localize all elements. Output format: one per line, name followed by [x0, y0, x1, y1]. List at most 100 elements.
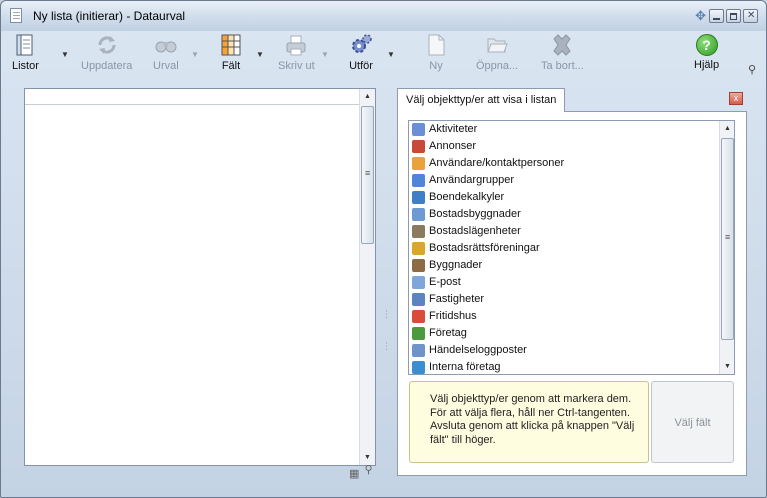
- window-title: Ny lista (initierar) - Dataurval: [33, 9, 186, 23]
- object-type-icon: [412, 140, 425, 153]
- gears-icon: [349, 33, 373, 57]
- object-list-scrollbar[interactable]: ▲ ▼: [719, 121, 734, 374]
- pin-icon[interactable]: ⚲: [748, 63, 756, 76]
- scroll-thumb[interactable]: [721, 138, 734, 340]
- minimize-button[interactable]: [709, 9, 724, 23]
- object-type-icon: [412, 123, 425, 136]
- object-type-icon: [412, 310, 425, 323]
- list-icon: [13, 33, 37, 57]
- toolbar-button-oppna[interactable]: Öppna...: [476, 33, 518, 72]
- list-item-label: Byggnader: [429, 259, 483, 271]
- printer-icon: [284, 33, 308, 57]
- help-icon: ?: [695, 34, 718, 56]
- scroll-up-arrow-icon[interactable]: ▲: [720, 121, 734, 136]
- list-item[interactable]: Bostadslägenheter: [409, 223, 734, 240]
- object-type-icon: [412, 191, 425, 204]
- list-header: [25, 89, 360, 105]
- object-type-icon: [412, 344, 425, 357]
- refresh-icon: [95, 33, 119, 57]
- object-type-list[interactable]: Aktiviteter Annonser Användare/kontaktpers…: [408, 120, 735, 375]
- application-window: Ny lista (initierar) - Dataurval ✥ Listo…: [0, 0, 767, 498]
- delete-icon: [550, 33, 574, 57]
- list-item[interactable]: Annonser: [409, 138, 734, 155]
- list-item-label: Boendekalkyler: [429, 191, 505, 203]
- list-item[interactable]: Fritidshus: [409, 308, 734, 325]
- pin-icon[interactable]: ⚲: [364, 464, 372, 476]
- list-item[interactable]: Fastigheter: [409, 291, 734, 308]
- list-item[interactable]: Interna företag: [409, 359, 734, 374]
- object-type-icon: [412, 276, 425, 289]
- list-item[interactable]: Boendekalkyler: [409, 189, 734, 206]
- scroll-down-arrow-icon[interactable]: ▼: [720, 359, 734, 374]
- list-item[interactable]: Användargrupper: [409, 172, 734, 189]
- list-item-label: Bostadsrättsföreningar: [429, 242, 540, 254]
- list-item[interactable]: Bostadsbyggnader: [409, 206, 734, 223]
- toolbar-button-hjalp[interactable]: ? Hjälp: [694, 33, 719, 71]
- object-type-icon: [412, 208, 425, 221]
- list-item[interactable]: Aktiviteter: [409, 121, 734, 138]
- object-type-icon: [412, 293, 425, 306]
- list-item[interactable]: Händelseloggposter: [409, 342, 734, 359]
- tab-object-types[interactable]: Välj objekttyp/er att visa i listan: [397, 88, 566, 112]
- toolbar-button-ny[interactable]: Ny: [424, 33, 448, 72]
- list-item[interactable]: Bostadsrättsföreningar: [409, 240, 734, 257]
- results-scrollbar[interactable]: ▲ ▼: [359, 89, 375, 465]
- toolbar-button-uppdatera[interactable]: Uppdatera: [81, 33, 132, 72]
- list-item[interactable]: Användare/kontaktpersoner: [409, 155, 734, 172]
- maximize-button[interactable]: [726, 9, 741, 23]
- list-item-label: Företag: [429, 327, 467, 339]
- object-type-icon: [412, 225, 425, 238]
- skriv-ut-dropdown-arrow[interactable]: ▼: [321, 50, 329, 59]
- columns-icon: [219, 33, 243, 57]
- scroll-thumb[interactable]: [361, 106, 374, 244]
- folder-open-icon: [485, 33, 509, 57]
- object-type-icon: [412, 157, 425, 170]
- list-item-label: Händelseloggposter: [429, 344, 527, 356]
- list-item-label: Bostadslägenheter: [429, 225, 521, 237]
- list-item-label: E-post: [429, 276, 461, 288]
- grid-icon[interactable]: ▦: [349, 468, 359, 480]
- status-icons: ▦ ⚲: [349, 464, 373, 480]
- results-list[interactable]: ▲ ▼: [24, 88, 376, 466]
- listor-dropdown-arrow[interactable]: ▼: [61, 50, 69, 59]
- list-item[interactable]: Företag: [409, 325, 734, 342]
- object-type-icon: [412, 242, 425, 255]
- object-type-icon: [412, 259, 425, 272]
- list-item-label: Användargrupper: [429, 174, 515, 186]
- toolbar-button-listor[interactable]: Listor: [12, 33, 39, 72]
- object-type-icon: [412, 174, 425, 187]
- list-item-label: Interna företag: [429, 361, 501, 373]
- toolbar: Listor ▼ Uppdatera Urval ▼ Fält ▼ Skriv …: [1, 31, 766, 81]
- toolbar-button-skriv-ut[interactable]: Skriv ut: [278, 33, 315, 72]
- close-panel-icon[interactable]: x: [729, 92, 743, 105]
- document-icon: [10, 8, 22, 23]
- list-item-label: Fastigheter: [429, 293, 485, 305]
- binoculars-icon: [154, 33, 178, 57]
- list-item-label: Bostadsbyggnader: [429, 208, 521, 220]
- splitter-handle-lower[interactable]: ⋮: [382, 341, 391, 352]
- list-item[interactable]: Byggnader: [409, 257, 734, 274]
- object-type-icon: [412, 361, 425, 374]
- urval-dropdown-arrow[interactable]: ▼: [191, 50, 199, 59]
- falt-dropdown-arrow[interactable]: ▼: [256, 50, 264, 59]
- move-icon[interactable]: ✥: [695, 8, 706, 24]
- scroll-down-arrow-icon[interactable]: ▼: [360, 450, 375, 465]
- list-item[interactable]: E-post: [409, 274, 734, 291]
- list-item-label: Användare/kontaktpersoner: [429, 157, 565, 169]
- object-type-panel: Aktiviteter Annonser Användare/kontaktpers…: [397, 88, 747, 476]
- toolbar-button-falt[interactable]: Fält: [219, 33, 243, 72]
- list-item-label: Annonser: [429, 140, 477, 152]
- new-document-icon: [424, 33, 448, 57]
- list-item-label: Aktiviteter: [429, 123, 478, 135]
- toolbar-button-urval[interactable]: Urval: [153, 33, 179, 72]
- utfor-dropdown-arrow[interactable]: ▼: [387, 50, 395, 59]
- splitter-handle[interactable]: ⋮: [382, 309, 391, 320]
- close-button[interactable]: [743, 9, 758, 23]
- object-type-panel-body: Aktiviteter Annonser Användare/kontaktpers…: [397, 111, 747, 476]
- scroll-up-arrow-icon[interactable]: ▲: [360, 89, 375, 104]
- title-bar[interactable]: Ny lista (initierar) - Dataurval ✥: [1, 1, 766, 31]
- info-hint-box: Välj objekttyp/er genom att markera dem.…: [409, 381, 649, 463]
- toolbar-button-utfor[interactable]: Utför: [349, 33, 373, 72]
- toolbar-button-ta-bort[interactable]: Ta bort...: [541, 33, 584, 72]
- select-fields-button[interactable]: Välj fält: [651, 381, 734, 463]
